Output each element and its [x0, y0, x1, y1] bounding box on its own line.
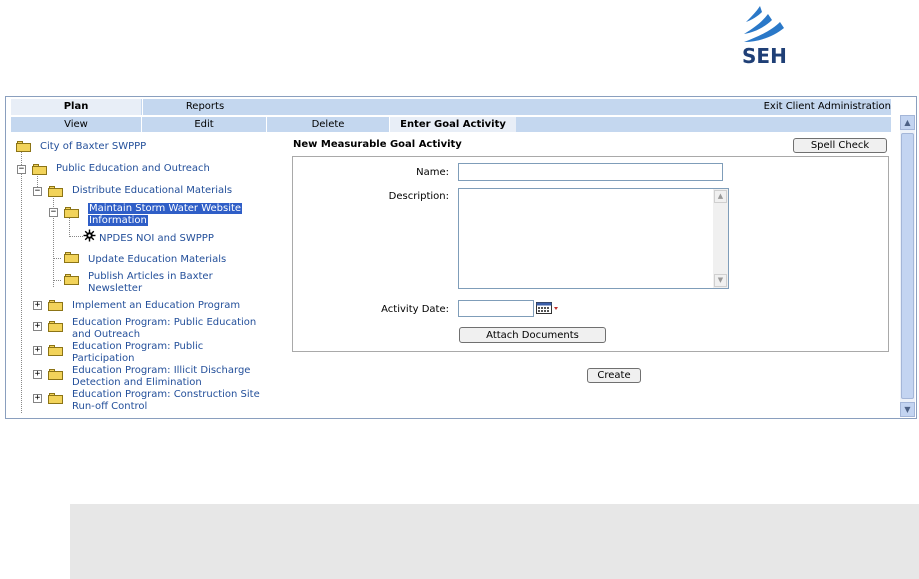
- folder-icon: [48, 300, 63, 311]
- tree-label-line-1: Education Program: Illicit Discharge: [72, 365, 251, 376]
- tree-line: [69, 236, 83, 237]
- scroll-down-icon[interactable]: ▼: [714, 274, 727, 287]
- exit-client-admin-link[interactable]: Exit Client Administration: [591, 99, 891, 115]
- description-label: Description:: [388, 191, 449, 202]
- expand-icon[interactable]: +: [33, 322, 42, 331]
- tree-item-public-education[interactable]: Public Education and Outreach: [56, 163, 210, 175]
- form-title: New Measurable Goal Activity: [293, 139, 462, 150]
- name-input[interactable]: [458, 163, 723, 181]
- scroll-up-icon[interactable]: ▲: [900, 115, 915, 130]
- gear-icon: [83, 229, 96, 242]
- tree-label-line-1: Education Program: Public Education: [72, 317, 257, 328]
- tree-label-line-2: Detection and Elimination: [72, 377, 202, 388]
- tree-item-ep-public-participation[interactable]: Education Program: Public Participation: [72, 341, 203, 365]
- tree-label-line-2: Newsletter: [88, 283, 143, 294]
- tree-item-ep-illicit-discharge[interactable]: Education Program: Illicit Discharge Det…: [72, 365, 250, 389]
- tree-item-ep-construction-site[interactable]: Education Program: Construction Site Run…: [72, 389, 260, 413]
- name-label: Name:: [416, 167, 449, 178]
- seh-logo-mark: [744, 6, 784, 42]
- app-frame: Plan Reports Exit Client Administration …: [5, 96, 917, 419]
- tree-item-ep-public-education[interactable]: Education Program: Public Education and …: [72, 317, 256, 341]
- expand-icon[interactable]: +: [33, 301, 42, 310]
- subtab-view[interactable]: View: [11, 117, 142, 132]
- collapse-icon[interactable]: −: [49, 208, 58, 217]
- subtab-delete[interactable]: Delete: [267, 117, 390, 132]
- activity-date-label: Activity Date:: [381, 304, 449, 315]
- folder-icon: [16, 141, 31, 152]
- folder-icon: [48, 186, 63, 197]
- tree-item-distribute[interactable]: Distribute Educational Materials: [72, 185, 232, 197]
- folder-icon: [48, 345, 63, 356]
- tree-line: [53, 258, 61, 259]
- tab-reports[interactable]: Reports: [142, 99, 267, 115]
- activity-date-input[interactable]: [458, 300, 534, 317]
- tree-line: [21, 149, 22, 413]
- scroll-up-icon[interactable]: ▲: [714, 190, 727, 203]
- tab-plan[interactable]: Plan: [11, 99, 141, 115]
- collapse-icon[interactable]: −: [33, 187, 42, 196]
- collapse-icon[interactable]: −: [17, 165, 26, 174]
- tree-label-line-2: Run-off Control: [72, 401, 148, 412]
- expand-icon[interactable]: +: [33, 346, 42, 355]
- tree-label-line-1: Education Program: Construction Site: [72, 389, 260, 400]
- sub-tab-bar: View Edit Delete Enter Goal Activity: [11, 116, 891, 132]
- goal-activity-form: Name: Description: ▲ ▼ Activity Date: At…: [292, 156, 889, 352]
- selected-label-line-1: Maintain Storm Water Website: [88, 203, 243, 214]
- attach-documents-button[interactable]: Attach Documents: [459, 327, 606, 343]
- description-scrollbar[interactable]: ▲ ▼: [713, 189, 728, 288]
- tree-label-line-1: Publish Articles in Baxter: [88, 271, 213, 282]
- tree-item-implement-program[interactable]: Implement an Education Program: [72, 300, 240, 312]
- scrollbar-thumb[interactable]: [901, 133, 914, 399]
- tree-label-line-2: and Outreach: [72, 329, 141, 340]
- expand-icon[interactable]: +: [33, 394, 42, 403]
- tree-item-publish-articles[interactable]: Publish Articles in Baxter Newsletter: [88, 271, 213, 295]
- selected-label-line-2: Information: [88, 215, 148, 226]
- tree-line: [53, 280, 61, 281]
- subtab-edit[interactable]: Edit: [142, 117, 267, 132]
- top-tab-bar: Plan Reports Exit Client Administration: [11, 99, 891, 115]
- footer-panel: [70, 504, 919, 579]
- tree-item-root[interactable]: City of Baxter SWPPP: [40, 141, 146, 153]
- description-textarea[interactable]: ▲ ▼: [458, 188, 729, 289]
- tree-label-line-1: Education Program: Public: [72, 341, 204, 352]
- tree-item-npdes[interactable]: NPDES NOI and SWPPP: [99, 233, 214, 245]
- folder-icon: [48, 321, 63, 332]
- tree-line: [69, 215, 70, 235]
- tree-label-line-2: Participation: [72, 353, 135, 364]
- seh-logo-text: SEH: [742, 44, 787, 68]
- folder-icon: [64, 274, 79, 285]
- seh-logo: SEH: [738, 4, 794, 70]
- create-button[interactable]: Create: [587, 368, 641, 383]
- spell-check-button[interactable]: Spell Check: [793, 138, 887, 153]
- tree-item-update-materials[interactable]: Update Education Materials: [88, 254, 226, 266]
- folder-icon: [48, 369, 63, 380]
- tree-item-maintain-website[interactable]: Maintain Storm Water Website Information: [88, 203, 243, 227]
- scroll-down-icon[interactable]: ▼: [900, 402, 915, 417]
- folder-icon: [64, 252, 79, 263]
- calendar-icon[interactable]: [536, 301, 560, 315]
- folder-icon: [64, 207, 79, 218]
- folder-icon: [48, 393, 63, 404]
- folder-icon: [32, 164, 47, 175]
- expand-icon[interactable]: +: [33, 370, 42, 379]
- subtab-enter-goal-activity[interactable]: Enter Goal Activity: [390, 117, 516, 132]
- plan-tree: City of Baxter SWPPP − Public Education …: [6, 133, 291, 417]
- page-scrollbar[interactable]: ▲ ▼: [900, 115, 915, 417]
